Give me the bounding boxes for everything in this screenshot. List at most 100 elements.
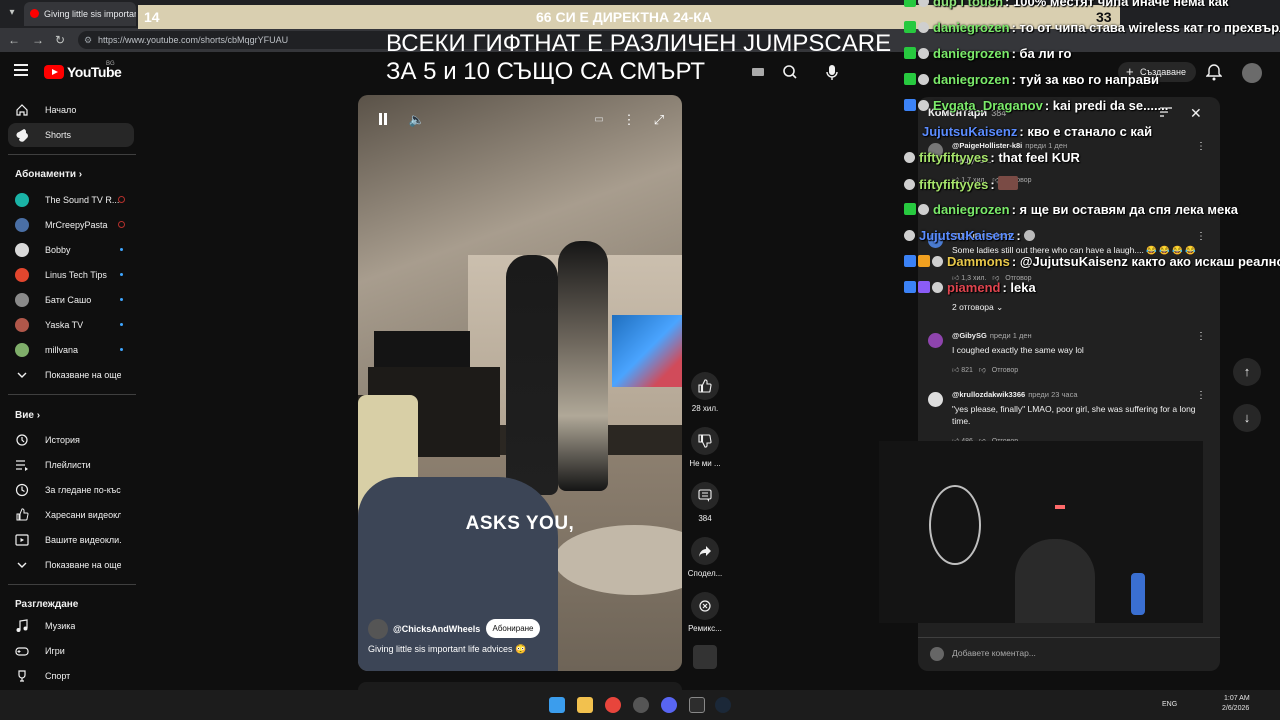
more-options-icon[interactable]: ⋮ <box>1196 390 1206 401</box>
shorts-video-player[interactable]: 🔈 ▭ ⋮ ⤢ ASKS YOU, @ChicksAndWheels Абони… <box>358 95 682 671</box>
streamer-webcam <box>879 441 1203 623</box>
more-options-icon[interactable]: ⋮ <box>1196 331 1206 342</box>
video-title[interactable]: Giving little sis important life advices… <box>368 644 526 655</box>
sidebar-show-more-subs[interactable]: Показване на още <box>8 363 134 387</box>
next-short-button[interactable]: ↓ <box>1233 404 1261 432</box>
clock-date[interactable]: 2/6/2026 <box>1222 705 1249 712</box>
chat-username: daniegrozen <box>933 202 1010 217</box>
commenter-handle[interactable]: @GibySG преди 1 ден <box>952 331 1032 340</box>
channel-avatar[interactable] <box>368 619 388 639</box>
more-options-icon[interactable]: ⋮ <box>620 111 638 129</box>
sidebar-channel[interactable]: Linus Tech Tips <box>8 263 134 287</box>
forward-icon[interactable]: → <box>30 33 46 47</box>
chat-text: туй за кво го направи <box>1019 72 1159 87</box>
commenter-avatar[interactable] <box>928 333 943 348</box>
back-icon[interactable]: ← <box>6 33 22 47</box>
sidebar-channel[interactable]: millvana <box>8 338 134 362</box>
browser-tab[interactable]: Giving little sis important l <box>24 2 136 26</box>
sidebar-item-gaming[interactable]: Игри <box>8 639 134 663</box>
volume-icon[interactable]: 🔈 <box>408 111 426 129</box>
subscribe-button[interactable]: Абониране <box>486 619 540 638</box>
channel-name: The Sound TV R... <box>45 195 120 205</box>
clock-time[interactable]: 1:07 AM <box>1224 695 1250 702</box>
share-button[interactable] <box>691 537 719 565</box>
chat-emote-icon <box>918 0 929 7</box>
dislike-button[interactable] <box>691 427 719 455</box>
arrow-down-icon: ↓ <box>1243 410 1251 425</box>
dislike-action[interactable]: Не ми ... <box>682 427 728 468</box>
view-replies-button[interactable]: 2 отговора ⌄ <box>952 302 1003 313</box>
captions-icon[interactable]: ▭ <box>590 111 608 129</box>
commenter-handle[interactable]: @krullozdakwik3366 преди 23 часа <box>952 390 1078 399</box>
reply-button[interactable]: Отговор <box>992 367 1018 374</box>
obs-icon[interactable] <box>633 697 649 713</box>
steam-icon[interactable] <box>715 697 731 713</box>
chat-username: fiftyfiftyyes <box>919 150 989 165</box>
thumbs-up-icon[interactable]: 👍︎ <box>952 367 961 374</box>
chat-emote-icon <box>918 48 929 59</box>
comments-button[interactable] <box>691 482 719 510</box>
share-action[interactable]: Сподел... <box>682 537 728 578</box>
site-info-icon[interactable]: ⚙ <box>84 35 92 46</box>
input-language[interactable]: ENG <box>1162 701 1177 708</box>
shorts-icon <box>16 129 28 142</box>
sidebar-item-home[interactable]: Начало <box>8 98 134 122</box>
sidebar-channel[interactable]: MrCreepyPasta <box>8 213 134 237</box>
chat-username: fiftyfiftyyes <box>919 177 989 192</box>
chat-badge-icon <box>904 281 916 293</box>
tab-title: Giving little sis important l <box>44 9 136 19</box>
sidebar-item-music[interactable]: Музика <box>8 614 134 638</box>
chat-message: fiftyfiftyyes: that feel KUR <box>904 150 1080 168</box>
file-explorer-icon[interactable] <box>577 697 593 713</box>
subscriptions-header[interactable]: Абонаменти › <box>15 169 82 180</box>
sidebar-item-playlists[interactable]: Плейлисти <box>8 453 134 477</box>
dislike-label: Не ми ... <box>689 459 721 468</box>
thumbs-down-icon[interactable]: 👎︎ <box>979 367 986 374</box>
chat-text: кво е станало с кай <box>1027 124 1153 139</box>
sidebar-channel[interactable]: Бати Сашо <box>8 288 134 312</box>
sidebar-channel[interactable]: The Sound TV R... <box>8 188 134 212</box>
sidebar-item-sports[interactable]: Спорт <box>8 664 134 688</box>
tab-search-icon[interactable]: ▾ <box>4 5 20 21</box>
arrow-up-icon: ↑ <box>1243 364 1251 379</box>
fullscreen-icon[interactable]: ⤢ <box>650 111 668 129</box>
reload-icon[interactable]: ↻ <box>52 33 68 47</box>
webcam-scene-light <box>1055 505 1065 509</box>
chat-emote-icon <box>918 204 929 215</box>
trophy-icon <box>18 670 26 682</box>
sidebar-channel[interactable]: Bobby <box>8 238 134 262</box>
remix-action[interactable]: Ремикс... <box>682 592 728 633</box>
sidebar-show-more-you[interactable]: Показване на още <box>8 553 134 577</box>
chrome-icon[interactable] <box>605 697 621 713</box>
discord-icon[interactable] <box>661 697 677 713</box>
commenter-name: @krullozdakwik3366 <box>952 390 1026 399</box>
chat-message: daniegrozen: туй за кво го направи <box>904 72 1159 90</box>
audio-source-thumbnail[interactable] <box>693 645 717 669</box>
previous-short-button[interactable]: ↑ <box>1233 358 1261 386</box>
sidebar-item-watch-later[interactable]: За гледане по-къс... <box>8 478 134 502</box>
sidebar-item-history[interactable]: История <box>8 428 134 452</box>
windows-taskbar: ENG 1:07 AM 2/6/2026 <box>0 690 1280 720</box>
video-scene-person <box>506 255 558 495</box>
commenter-avatar[interactable] <box>928 392 943 407</box>
you-header[interactable]: Вие › <box>15 410 40 421</box>
sidebar-channel[interactable]: Yaska TV <box>8 313 134 337</box>
like-action[interactable]: 28 хил. <box>682 372 728 413</box>
sidebar-item-your-videos[interactable]: Вашите видеокли... <box>8 528 134 552</box>
terminal-icon[interactable] <box>689 697 705 713</box>
youtube-logo[interactable]: YouTube BG <box>44 61 144 82</box>
sidebar-item-liked[interactable]: Харесани видеокл... <box>8 503 134 527</box>
sidebar-item-label: Вашите видеокли... <box>45 535 121 545</box>
comments-action[interactable]: 384 <box>682 482 728 523</box>
your-videos-icon <box>15 534 29 546</box>
windows-start-icon[interactable] <box>549 697 565 713</box>
channel-name[interactable]: @ChicksAndWheels <box>393 624 480 634</box>
next-short-preview <box>358 682 682 690</box>
pause-icon[interactable] <box>377 113 389 125</box>
like-button[interactable] <box>691 372 719 400</box>
hamburger-menu-icon[interactable] <box>14 64 30 78</box>
sidebar-item-shorts[interactable]: Shorts <box>8 123 134 147</box>
add-comment-input[interactable]: Добавете коментар... <box>952 648 1036 658</box>
sidebar-item-label: Показване на още <box>45 560 121 570</box>
remix-button[interactable] <box>691 592 719 620</box>
